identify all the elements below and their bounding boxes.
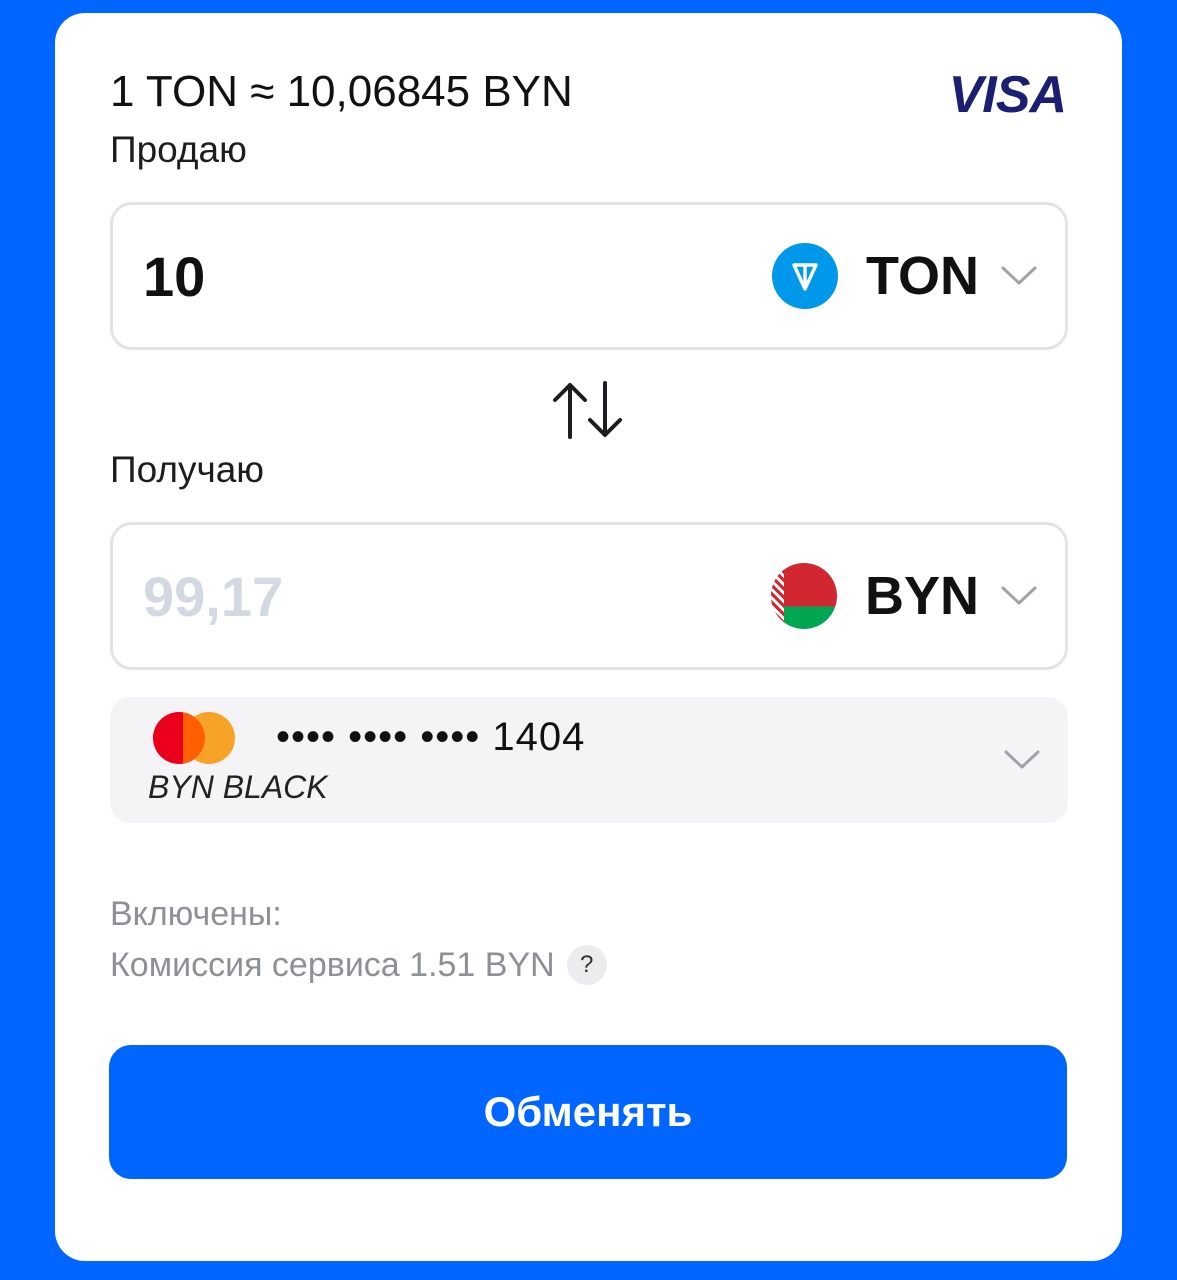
exchange-card: 1 TON ≈ 10,06845 BYN VISA Продаю TON bbox=[55, 13, 1122, 1261]
exchange-rate: 1 TON ≈ 10,06845 BYN bbox=[110, 67, 573, 116]
swap-arrows-icon bbox=[553, 381, 622, 439]
card-number: •••• •••• •••• 1404 bbox=[276, 715, 586, 759]
card-name: BYN BLACK bbox=[148, 769, 328, 805]
swap-button[interactable] bbox=[550, 379, 626, 441]
sell-field: TON bbox=[110, 202, 1068, 350]
service-fee-text: Комиссия сервиса 1.51 BYN bbox=[110, 945, 555, 984]
receive-currency-code: BYN bbox=[864, 566, 979, 626]
payout-card-select[interactable]: •••• •••• •••• 1404 BYN BLACK bbox=[110, 697, 1068, 823]
sell-currency-code: TON bbox=[865, 246, 979, 306]
sell-amount-input[interactable] bbox=[143, 241, 703, 311]
belarus-flag-icon bbox=[770, 563, 837, 629]
ton-icon bbox=[771, 243, 838, 309]
help-icon[interactable]: ? bbox=[566, 945, 607, 985]
mastercard-icon bbox=[153, 712, 235, 764]
sell-label: Продаю bbox=[110, 129, 247, 170]
exchange-button[interactable]: Обменять bbox=[109, 1045, 1067, 1179]
chevron-down-icon bbox=[1004, 742, 1040, 778]
receive-label: Получаю bbox=[110, 449, 265, 490]
receive-currency-select[interactable]: BYN bbox=[770, 563, 1037, 629]
sell-currency-select[interactable]: TON bbox=[771, 243, 1037, 309]
included-label: Включены: bbox=[110, 895, 282, 933]
chevron-down-icon bbox=[1001, 578, 1037, 614]
chevron-down-icon bbox=[1001, 258, 1037, 294]
receive-amount-input[interactable] bbox=[143, 561, 703, 631]
flag-ornament bbox=[770, 563, 784, 629]
receive-field: BYN bbox=[110, 522, 1068, 670]
service-fee: Комиссия сервиса 1.51 BYN ? bbox=[110, 945, 607, 985]
visa-logo: VISA bbox=[948, 66, 1067, 124]
